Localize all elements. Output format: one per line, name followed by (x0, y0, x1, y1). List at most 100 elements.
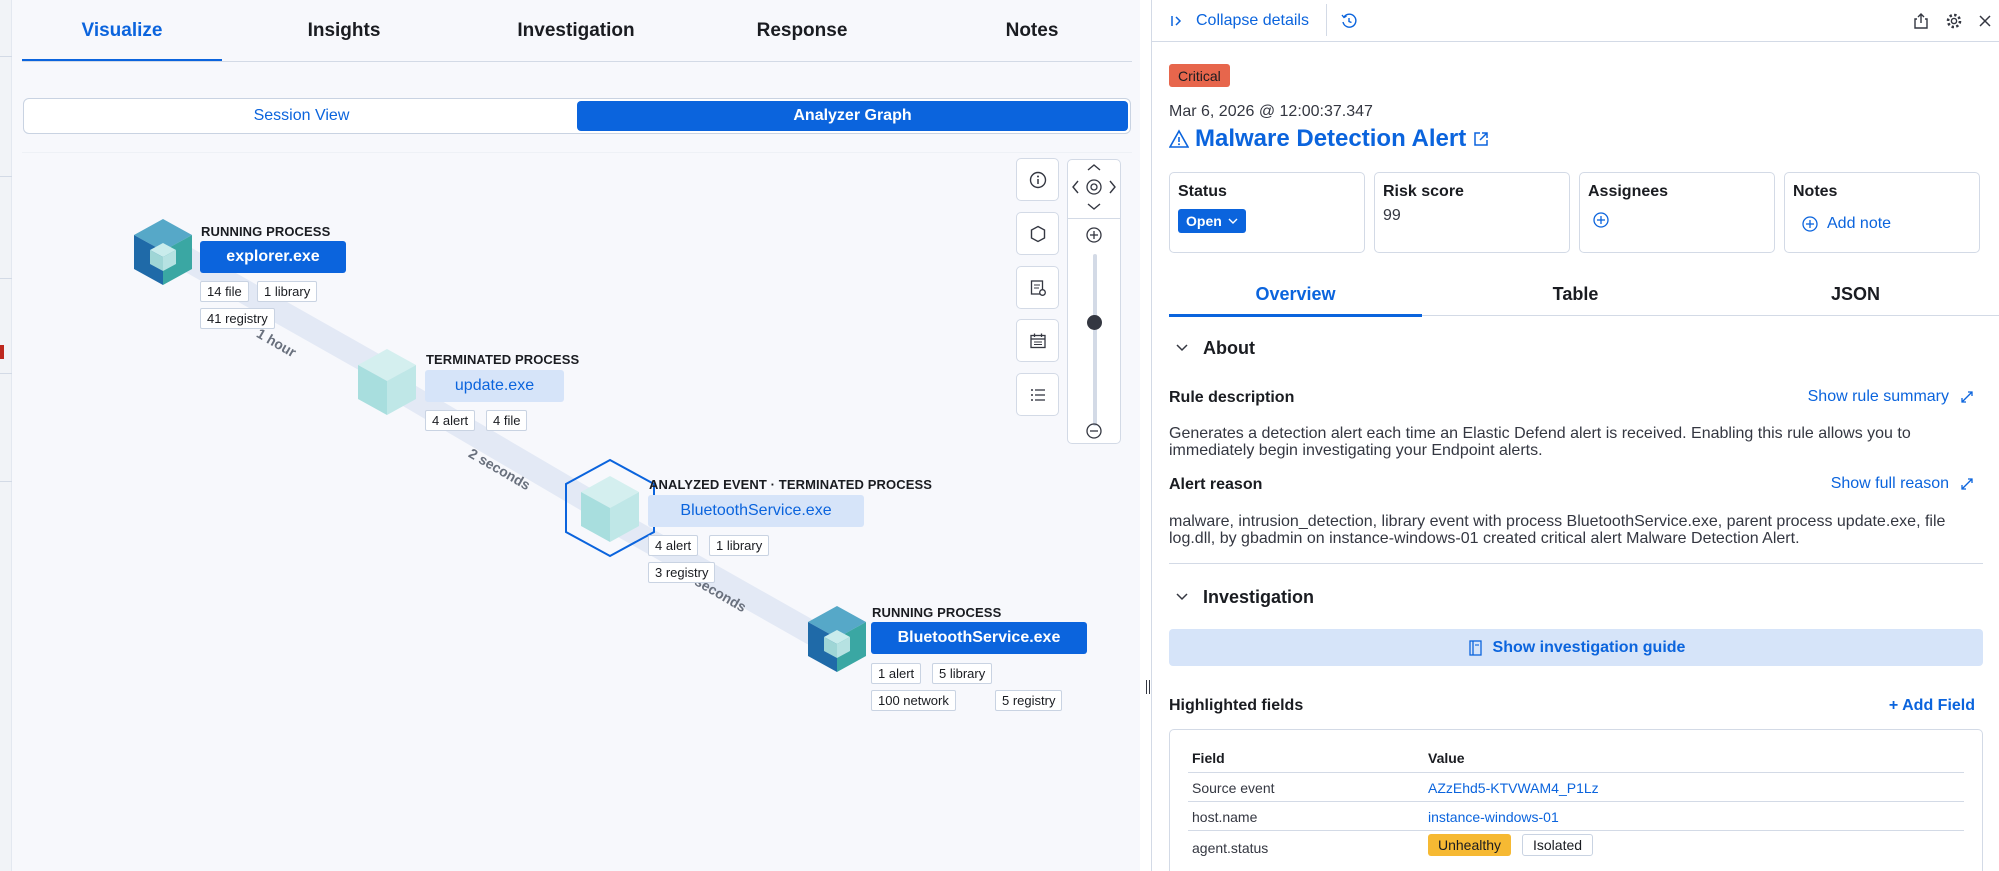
status-card: Status Open (1169, 172, 1365, 253)
zoom-out-icon[interactable] (1085, 422, 1103, 440)
background-page-edge (0, 0, 12, 871)
alert-title-text: Malware Detection Alert (1195, 125, 1467, 152)
process-name-button[interactable]: BluetoothService.exe (871, 622, 1087, 654)
alert-title-link[interactable]: Malware Detection Alert (1169, 124, 1490, 154)
tab-overview[interactable]: Overview (1169, 272, 1422, 317)
share-button[interactable] (1910, 10, 1932, 32)
process-name-button[interactable]: update.exe (425, 370, 564, 402)
table-settings-icon (1030, 279, 1046, 296)
list-icon (1030, 388, 1045, 401)
chevron-right-icon (1109, 180, 1116, 194)
registry-count-badge[interactable]: 41 registry (200, 308, 275, 329)
show-investigation-guide-button[interactable]: Show investigation guide (1169, 629, 1983, 666)
registry-count-badge[interactable]: 3 registry (648, 562, 716, 583)
info-icon (1029, 171, 1046, 188)
assignees-card: Assignees (1579, 172, 1775, 253)
process-type-label: TERMINATED PROCESS (426, 352, 580, 367)
process-name-button[interactable]: explorer.exe (200, 241, 346, 273)
alert-count-badge[interactable]: 4 alert (648, 535, 699, 556)
highlighted-fields-heading: Highlighted fields (1169, 697, 1304, 714)
analyzer-graph-button[interactable]: Analyzer Graph (577, 101, 1128, 131)
add-field-button[interactable]: + Add Field (1889, 697, 1975, 715)
field-value-link[interactable]: instance-windows-01 (1428, 809, 1559, 825)
show-rule-summary-label: Show rule summary (1807, 388, 1949, 405)
show-full-reason-link[interactable]: Show full reason (1831, 475, 1975, 493)
about-section-toggle[interactable]: About (1169, 334, 1255, 362)
alert-reason-text: malware, intrusion_detection, library ev… (1169, 513, 1946, 547)
tab-notes[interactable]: Notes (932, 0, 1132, 62)
close-button[interactable] (1974, 10, 1996, 32)
pan-controls (1072, 164, 1116, 210)
analyzed-event-hexagon-icon (565, 458, 655, 558)
notes-card: Notes Add note (1784, 172, 1980, 253)
table-row: host.name instance-windows-01 (1188, 801, 1964, 830)
file-count-badge[interactable]: 4 file (486, 410, 528, 431)
graph-list-button[interactable] (1016, 373, 1059, 416)
registry-count-badge[interactable]: 5 registry (995, 690, 1063, 711)
add-assignee-icon[interactable] (1592, 211, 1610, 229)
column-header-field: Field (1192, 750, 1225, 766)
zoom-slider-thumb[interactable] (1087, 315, 1102, 330)
library-count-badge[interactable]: 1 library (257, 281, 318, 302)
alert-count-badge[interactable]: 1 alert (871, 663, 922, 684)
status-dropdown[interactable]: Open (1178, 209, 1246, 233)
show-full-reason-label: Show full reason (1830, 475, 1949, 492)
chevron-down-icon (1228, 218, 1238, 224)
alert-count-badge[interactable]: 4 alert (425, 410, 476, 431)
field-value-link[interactable]: AZzEhd5-KTVWAM4_P1Lz (1428, 780, 1599, 796)
risk-score-value: 99 (1383, 207, 1401, 224)
analyzer-graph-canvas[interactable]: 1 hour 2 seconds 3 seconds RUNNING PROCE… (22, 152, 1132, 871)
show-rule-summary-link[interactable]: Show rule summary (1808, 388, 1975, 406)
add-note-button[interactable]: Add note (1801, 215, 1891, 233)
external-link-icon (1474, 132, 1488, 146)
chevron-down-icon (1087, 203, 1101, 210)
library-count-badge[interactable]: 1 library (709, 535, 770, 556)
hexagon-icon (1030, 225, 1045, 242)
collapse-details-label: Collapse details (1196, 12, 1309, 29)
network-count-badge[interactable]: 100 network (871, 690, 956, 711)
table-row: agent.status Unhealthy Isolated (1188, 830, 1964, 859)
isolated-status-badge: Isolated (1522, 834, 1594, 856)
chevron-up-icon (1087, 164, 1101, 171)
book-icon (1468, 639, 1482, 656)
file-count-badge[interactable]: 14 file (200, 281, 249, 302)
collapse-details-button[interactable]: Collapse details (1170, 8, 1309, 34)
tab-json[interactable]: JSON (1729, 272, 1982, 316)
notes-label: Notes (1793, 183, 1838, 200)
history-button[interactable] (1338, 10, 1360, 32)
expand-icon (1961, 391, 1973, 403)
investigation-section-toggle[interactable]: Investigation (1169, 583, 1314, 611)
chevron-down-icon (1176, 593, 1188, 601)
zoom-in-icon[interactable] (1085, 226, 1103, 244)
graph-nodes-button[interactable] (1016, 212, 1059, 255)
field-name: Source event (1192, 780, 1275, 796)
tab-insights[interactable]: Insights (244, 0, 444, 62)
settings-button[interactable] (1943, 10, 1965, 32)
process-type-label: RUNNING PROCESS (872, 605, 1002, 620)
left-panel-tabs: Visualize Insights Investigation Respons… (22, 0, 1132, 62)
rule-description-label: Rule description (1169, 389, 1295, 406)
column-header-value: Value (1428, 750, 1465, 766)
status-label: Status (1178, 183, 1227, 200)
tab-investigation[interactable]: Investigation (466, 0, 686, 62)
tab-visualize[interactable]: Visualize (22, 0, 222, 62)
unhealthy-status-badge: Unhealthy (1428, 834, 1512, 856)
session-view-button[interactable]: Session View (26, 101, 577, 131)
field-name: agent.status (1192, 840, 1269, 856)
center-target-icon (1086, 179, 1102, 195)
zoom-slider-track[interactable] (1093, 254, 1097, 426)
tab-table[interactable]: Table (1449, 272, 1702, 316)
graph-legend-button[interactable] (1016, 158, 1059, 201)
chevron-left-icon (1072, 180, 1079, 194)
process-name-button[interactable]: BluetoothService.exe (648, 495, 864, 527)
history-icon (1341, 13, 1357, 28)
tab-response[interactable]: Response (702, 0, 902, 62)
graph-date-button[interactable] (1016, 319, 1059, 362)
table-row: Source event AZzEhd5-KTVWAM4_P1Lz (1188, 772, 1964, 801)
graph-settings-button[interactable] (1016, 266, 1059, 309)
risk-score-label: Risk score (1383, 183, 1464, 200)
gear-icon (1946, 13, 1962, 29)
close-icon (1979, 15, 1991, 27)
alert-details-panel: Collapse details Critical Mar 6, 2026 @ … (1151, 0, 1999, 871)
library-count-badge[interactable]: 5 library (932, 663, 993, 684)
